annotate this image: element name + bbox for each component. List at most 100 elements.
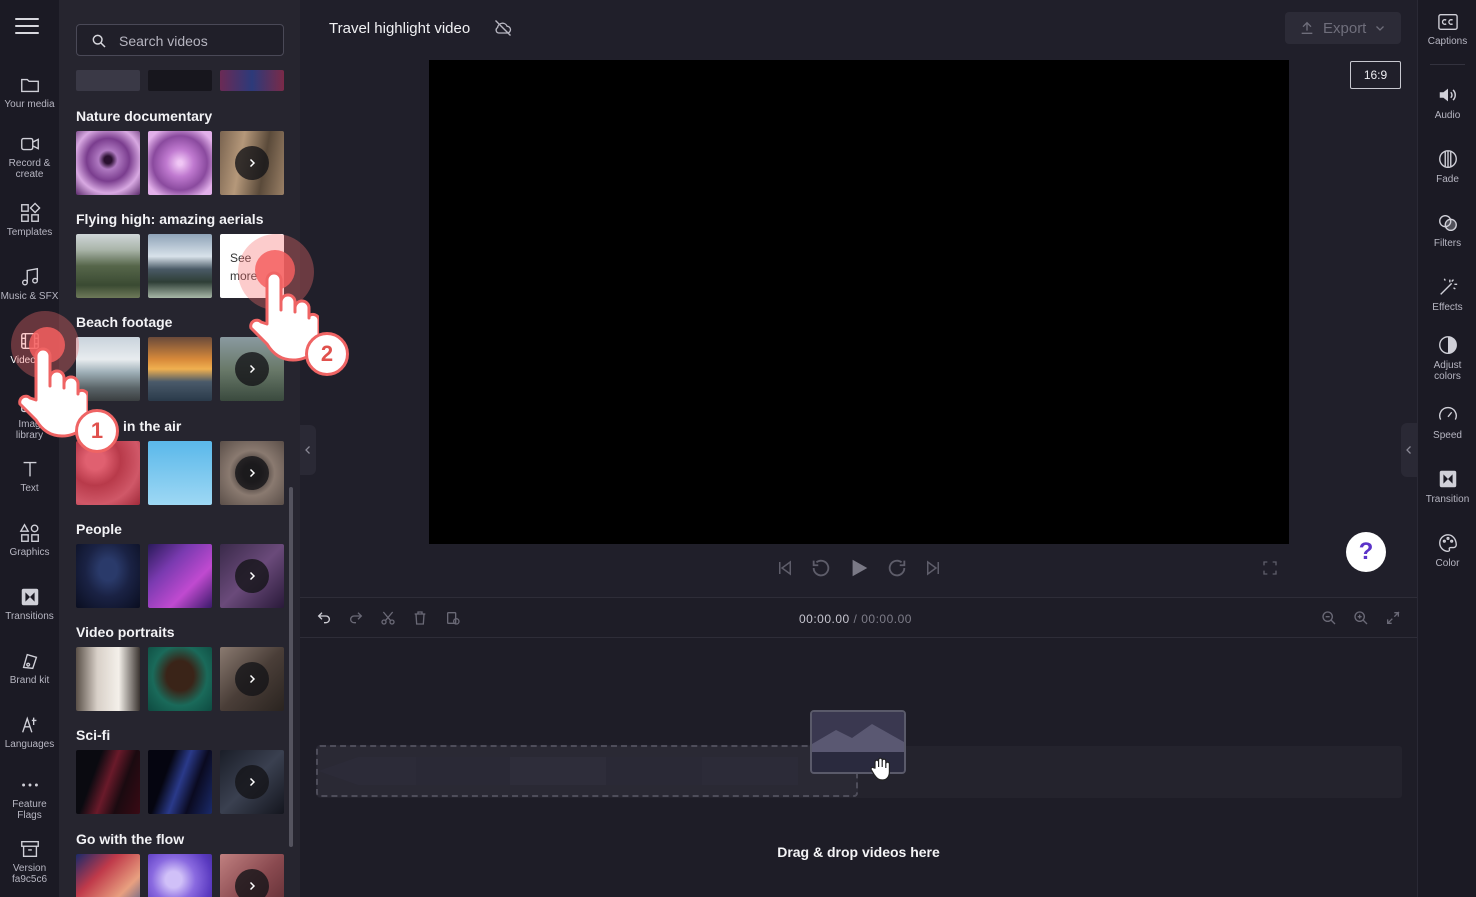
rail-transition[interactable]: Transition [1418, 468, 1476, 505]
rail-transitions[interactable]: Transitions [0, 586, 59, 622]
scissors-icon[interactable] [380, 610, 396, 626]
rail-label: Transitions [5, 611, 54, 622]
video-thumb[interactable] [220, 750, 284, 814]
search-box[interactable] [76, 24, 284, 56]
redo-icon[interactable] [348, 610, 364, 626]
aspect-ratio-button[interactable]: 16:9 [1350, 61, 1401, 89]
video-thumb[interactable] [220, 854, 284, 897]
upload-icon [1301, 21, 1313, 34]
chevron-right-icon[interactable] [235, 146, 269, 180]
rail-adjust-colors[interactable]: Adjust colors [1418, 334, 1476, 382]
zoom-in-icon[interactable] [1353, 610, 1369, 626]
video-thumb[interactable] [220, 647, 284, 711]
rail-label: Fade [1436, 174, 1459, 185]
project-title-input[interactable] [317, 14, 487, 42]
export-button[interactable]: Export [1285, 12, 1401, 44]
undo-icon[interactable] [316, 610, 332, 626]
more-dots-icon [21, 783, 38, 787]
top-bar: Export 16:9 [300, 0, 1417, 89]
rail-label: Templates [6, 227, 53, 238]
rail-audio[interactable]: Audio [1418, 84, 1476, 121]
video-thumb[interactable] [76, 544, 140, 608]
video-thumb[interactable] [76, 750, 140, 814]
folder-icon [20, 78, 39, 93]
rail-text[interactable]: Text [0, 458, 59, 494]
rail-feature-flags[interactable]: Feature Flags [0, 774, 59, 821]
play-icon[interactable] [848, 556, 870, 580]
rail-record-create[interactable]: Record & create [0, 133, 59, 180]
filters-icon [1438, 214, 1457, 232]
drop-zone[interactable] [316, 745, 858, 797]
section-title: in the air [123, 418, 182, 434]
video-thumb[interactable] [148, 234, 212, 298]
help-button[interactable]: ? [1346, 532, 1386, 572]
video-thumb[interactable] [148, 337, 212, 401]
rail-label: Music & SFX [0, 291, 59, 302]
skip-back-icon[interactable] [776, 558, 794, 578]
hamburger-menu-icon[interactable] [15, 18, 39, 38]
video-thumb[interactable] [148, 544, 212, 608]
video-thumb[interactable] [220, 131, 284, 195]
section-title: Go with the flow [76, 831, 185, 847]
forward-5-icon[interactable] [886, 557, 908, 579]
rail-label-2: fa9c5c6 [11, 874, 48, 885]
chevron-right-icon[interactable] [235, 662, 269, 696]
rail-your-media[interactable]: Your media [0, 74, 59, 110]
collapse-properties-button[interactable] [1401, 423, 1417, 477]
rail-templates[interactable]: Templates [0, 202, 59, 238]
chevron-right-icon[interactable] [235, 559, 269, 593]
magic-wand-icon [1439, 278, 1457, 295]
rail-effects[interactable]: Effects [1418, 276, 1476, 313]
video-thumb[interactable] [76, 70, 140, 91]
speedometer-icon [1438, 406, 1457, 420]
chevron-right-icon[interactable] [235, 765, 269, 799]
video-thumb[interactable] [148, 854, 212, 897]
video-thumb[interactable] [148, 750, 212, 814]
rail-captions[interactable]: Captions [1418, 12, 1476, 47]
rewind-5-icon[interactable] [810, 557, 832, 579]
collapse-library-button[interactable] [300, 425, 316, 475]
video-thumb[interactable] [148, 647, 212, 711]
rail-fade[interactable]: Fade [1418, 148, 1476, 185]
rail-music-sfx[interactable]: Music & SFX [0, 266, 59, 302]
app-window: Your media Record & create Templates Mus… [0, 0, 1476, 897]
rail-filters[interactable]: Filters [1418, 212, 1476, 249]
video-thumb[interactable] [220, 544, 284, 608]
video-preview[interactable] [429, 60, 1289, 544]
rail-languages[interactable]: Languages [0, 714, 59, 750]
zoom-out-icon[interactable] [1321, 610, 1337, 626]
rail-label-2: colors [1434, 371, 1461, 382]
search-input[interactable] [119, 31, 269, 51]
fit-timeline-icon[interactable] [1385, 610, 1401, 626]
chevron-right-icon[interactable] [235, 456, 269, 490]
video-thumb[interactable] [148, 441, 212, 505]
video-thumb[interactable] [220, 441, 284, 505]
total-time: 00:00.00 [861, 612, 912, 626]
library-scrollbar[interactable] [289, 487, 293, 847]
video-thumb[interactable] [76, 441, 140, 505]
video-thumb[interactable] [148, 70, 212, 91]
rail-color[interactable]: Color [1418, 532, 1476, 569]
rail-brand-kit[interactable]: Brand kit [0, 650, 59, 686]
rail-graphics[interactable]: Graphics [0, 522, 59, 558]
skip-forward-icon[interactable] [924, 558, 942, 578]
video-thumb[interactable] [220, 70, 284, 91]
video-thumb[interactable] [76, 854, 140, 897]
fullscreen-icon[interactable] [1262, 560, 1278, 576]
fade-icon [1438, 150, 1457, 168]
transition-icon [1439, 470, 1456, 488]
rail-label: Color [1435, 558, 1460, 569]
rail-speed[interactable]: Speed [1418, 404, 1476, 441]
video-thumb[interactable] [148, 131, 212, 195]
section-title: Beach footage [76, 314, 173, 330]
duplicate-icon[interactable] [445, 610, 461, 626]
rail-label: Your media [4, 99, 55, 110]
rail-label-2: Flags [17, 810, 42, 821]
video-thumb[interactable] [76, 234, 140, 298]
rail-divider [1430, 64, 1465, 65]
chevron-right-icon[interactable] [235, 869, 269, 897]
cloud-off-icon[interactable] [493, 18, 513, 38]
video-thumb[interactable] [76, 647, 140, 711]
video-thumb[interactable] [76, 131, 140, 195]
trash-icon[interactable] [412, 610, 428, 626]
